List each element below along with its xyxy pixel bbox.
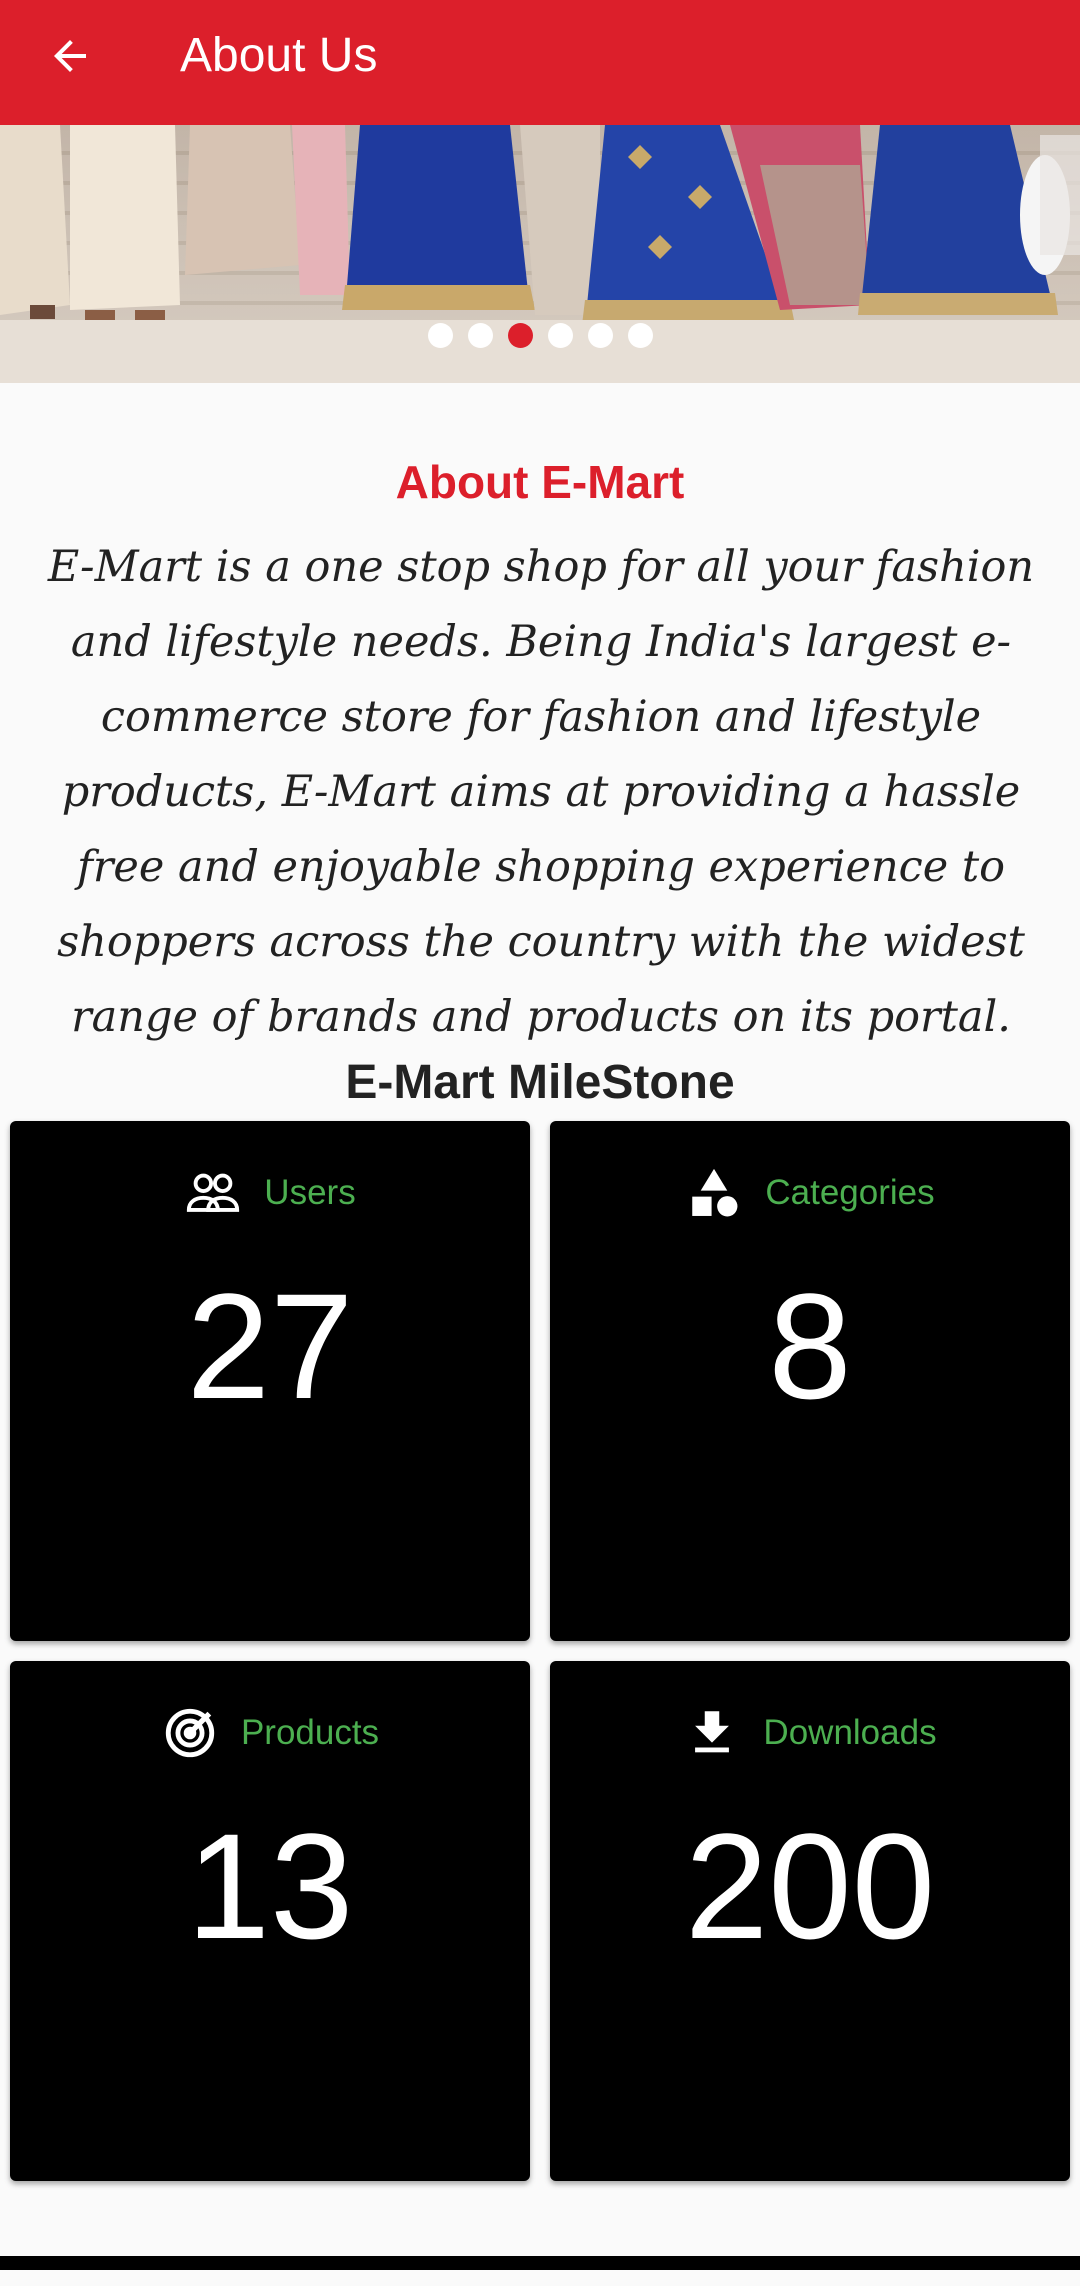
banner-carousel[interactable] [0, 125, 1080, 383]
carousel-dot[interactable] [467, 323, 493, 348]
products-card-header: Products [10, 1703, 530, 1763]
products-card: Products 13 [10, 1661, 530, 2181]
categories-icon [685, 1164, 743, 1222]
arrow-left-icon [46, 32, 94, 85]
milestone-heading: E-Mart MileStone [345, 1056, 735, 1109]
products-icon [161, 1704, 219, 1762]
downloads-card-header: Downloads [550, 1703, 1070, 1763]
page-title: About Us [180, 29, 378, 82]
carousel-dot-active[interactable] [507, 323, 533, 348]
carousel-dot[interactable] [427, 323, 453, 348]
carousel-dot[interactable] [547, 323, 573, 348]
back-button[interactable] [36, 24, 104, 92]
users-label: Users [264, 1173, 356, 1212]
downloads-card: Downloads 200 [550, 1661, 1070, 2181]
download-icon [683, 1704, 741, 1762]
carousel-dot[interactable] [587, 323, 613, 348]
about-heading: About E-Mart [395, 456, 685, 508]
app-bar: About Us [0, 0, 1080, 125]
carousel-dot[interactable] [627, 323, 653, 348]
carousel-dots [0, 323, 1080, 353]
users-card: Users 27 [10, 1121, 530, 1641]
categories-count: 8 [768, 1262, 852, 1430]
products-label: Products [240, 1713, 380, 1752]
users-card-header: Users [10, 1163, 530, 1223]
about-description: E-Mart is a one stop shop for all your f… [47, 542, 1035, 1042]
users-icon [184, 1164, 242, 1222]
categories-label: Categories [765, 1173, 935, 1212]
categories-card-header: Categories [550, 1163, 1070, 1223]
bottom-divider [0, 2256, 1080, 2270]
downloads-label: Downloads [763, 1713, 937, 1752]
categories-card: Categories 8 [550, 1121, 1070, 1641]
downloads-count: 200 [684, 1802, 936, 1970]
users-count: 27 [186, 1262, 354, 1430]
products-count: 13 [186, 1802, 354, 1970]
